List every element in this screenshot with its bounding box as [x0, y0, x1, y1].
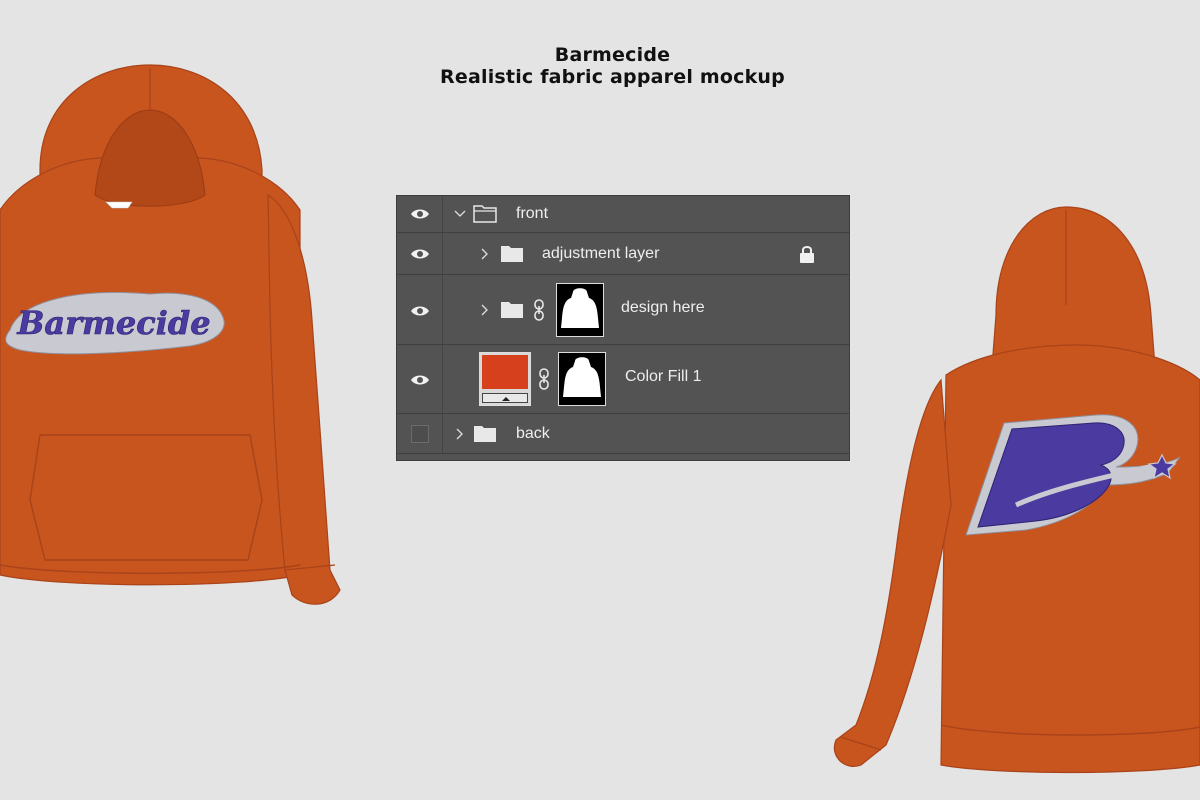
eye-icon[interactable] [410, 374, 430, 386]
link-icon[interactable] [533, 299, 545, 321]
visibility-column [397, 275, 443, 344]
folder-icon [501, 302, 523, 318]
chevron-right-icon[interactable] [454, 428, 466, 440]
folder-icon [474, 426, 496, 442]
lock-icon[interactable] [799, 245, 815, 263]
folder-icon [501, 246, 523, 262]
chevron-down-icon[interactable] [454, 208, 466, 220]
eye-icon[interactable] [410, 208, 430, 220]
layer-mask-thumbnail[interactable] [558, 352, 606, 406]
visibility-column [397, 196, 443, 232]
eye-icon[interactable] [410, 305, 430, 317]
front-patch-text: Barmecide [16, 304, 210, 342]
color-fill-thumbnail[interactable] [479, 352, 531, 406]
layer-name: front [516, 205, 549, 222]
layer-row-front[interactable]: front [397, 196, 849, 233]
visibility-column [397, 233, 443, 274]
chevron-right-icon[interactable] [479, 248, 491, 260]
layer-row-adjustment-layer[interactable]: adjustment layer [397, 233, 849, 275]
layer-row-color-fill-1[interactable]: Color Fill 1 [397, 345, 849, 414]
layer-name: design here [621, 299, 705, 316]
layer-mask-thumbnail[interactable] [556, 283, 604, 337]
layer-name: Color Fill 1 [625, 368, 702, 385]
folder-open-icon [473, 205, 497, 223]
front-hoodie-image: Barmecide [0, 64, 341, 605]
eye-icon[interactable] [410, 248, 430, 260]
layer-name: adjustment layer [542, 245, 660, 262]
link-icon[interactable] [538, 368, 550, 390]
visibility-column [397, 414, 443, 453]
layer-name: back [516, 425, 550, 442]
visibility-column [397, 345, 443, 413]
chevron-right-icon[interactable] [479, 304, 491, 316]
back-hoodie-image: B [833, 206, 1200, 774]
layer-row-back[interactable]: back [397, 414, 849, 454]
visibility-toggle-off[interactable] [411, 425, 429, 443]
layers-panel: front adjustment layer design here Color… [396, 195, 850, 461]
layer-row-design-here[interactable]: design here [397, 275, 849, 345]
